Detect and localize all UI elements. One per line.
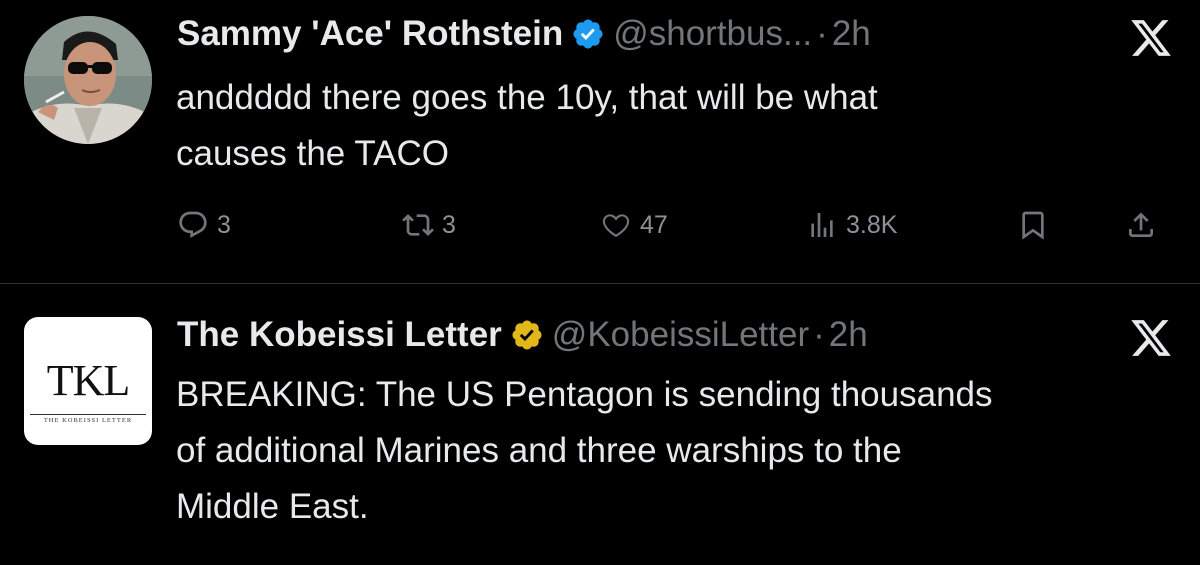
verified-badge-icon[interactable]	[571, 17, 605, 51]
tweet-text-line: causes the TACO	[176, 134, 449, 173]
tweet-text: BREAKING: The US Pentagon is sending tho…	[176, 367, 1186, 535]
author-name[interactable]: Sammy 'Ace' Rothstein	[177, 14, 563, 54]
reply-icon	[179, 211, 207, 238]
tweet-text-line: Middle East.	[176, 487, 369, 526]
timestamp[interactable]: 2h	[832, 14, 871, 54]
tkl-logo-text: TKL	[46, 356, 131, 405]
avatar[interactable]: TKL THE KOBEISSI LETTER	[24, 317, 152, 445]
tweet-text-line: BREAKING: The US Pentagon is sending tho…	[176, 375, 993, 414]
reply-button[interactable]: 3	[177, 200, 231, 250]
bookmark-button[interactable]	[1017, 200, 1049, 250]
tweet-text: anddddd there goes the 10y, that will be…	[176, 70, 1076, 182]
like-count: 47	[640, 210, 668, 239]
x-logo-icon	[1131, 320, 1171, 356]
separator-dot: ·	[813, 315, 825, 354]
tweet-text-line: of additional Marines and three warships…	[176, 431, 902, 470]
heart-icon	[602, 214, 630, 238]
tweet-text-line: anddddd there goes the 10y, that will be…	[176, 78, 878, 117]
timestamp[interactable]: 2h	[829, 315, 868, 355]
separator-dot: ·	[816, 14, 828, 53]
action-bar: 3 3 47 3.8K	[0, 200, 1200, 250]
tweet-header: The Kobeissi Letter @KobeissiLetter · 2h	[177, 315, 868, 355]
tweet-sammy-rothstein[interactable]: Sammy 'Ace' Rothstein @shortbus... · 2h …	[0, 0, 1200, 283]
x-logo-icon	[1131, 20, 1171, 56]
share-button[interactable]	[1125, 200, 1157, 250]
repost-button[interactable]: 3	[402, 200, 456, 250]
tweet-header: Sammy 'Ace' Rothstein @shortbus... · 2h	[177, 14, 871, 54]
avatar-portrait-image	[24, 16, 152, 144]
author-name[interactable]: The Kobeissi Letter	[177, 315, 502, 355]
bookmark-icon	[1022, 211, 1044, 240]
reply-count: 3	[217, 210, 231, 239]
repost-count: 3	[442, 210, 456, 239]
like-button[interactable]: 47	[600, 200, 668, 250]
author-handle[interactable]: @shortbus...	[613, 14, 812, 54]
tkl-logo-subtext: THE KOBEISSI LETTER	[30, 414, 146, 424]
views-button[interactable]: 3.8K	[806, 200, 897, 250]
repost-icon	[402, 214, 434, 236]
views-chart-icon	[811, 213, 833, 237]
author-handle[interactable]: @KobeissiLetter	[552, 315, 809, 355]
views-count: 3.8K	[846, 210, 898, 239]
avatar[interactable]	[24, 16, 152, 144]
share-icon	[1129, 212, 1153, 237]
verified-badge-gold-icon[interactable]	[510, 318, 544, 352]
